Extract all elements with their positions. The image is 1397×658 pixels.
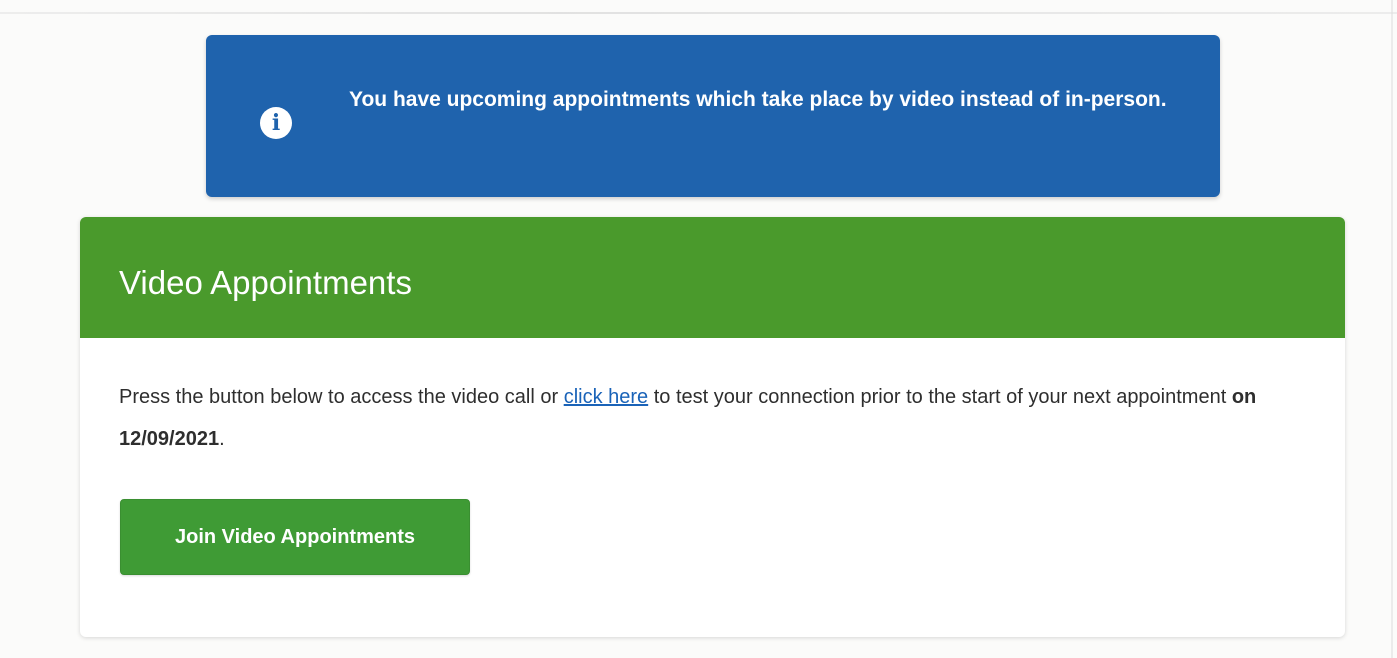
instructions-suffix: .: [219, 428, 225, 450]
test-connection-link[interactable]: click here: [564, 386, 648, 408]
card-title: Video Appointments: [119, 264, 412, 301]
scan-edge: [0, 12, 1397, 14]
instructions-prefix: Press the button below to access the vid…: [119, 386, 564, 408]
notice-message: You have upcoming appointments which tak…: [349, 88, 1167, 111]
instructions-middle: to test your connection prior to the sta…: [648, 386, 1232, 408]
info-icon: i: [260, 107, 292, 139]
card-header: Video Appointments: [80, 217, 1345, 338]
scan-edge: [1391, 0, 1393, 658]
join-video-appointments-button[interactable]: Join Video Appointments: [120, 499, 470, 575]
info-notice-banner: i You have upcoming appointments which t…: [206, 35, 1220, 197]
card-instructions: Press the button below to access the vid…: [119, 376, 1299, 460]
video-appointments-card: Video Appointments Press the button belo…: [80, 217, 1345, 637]
